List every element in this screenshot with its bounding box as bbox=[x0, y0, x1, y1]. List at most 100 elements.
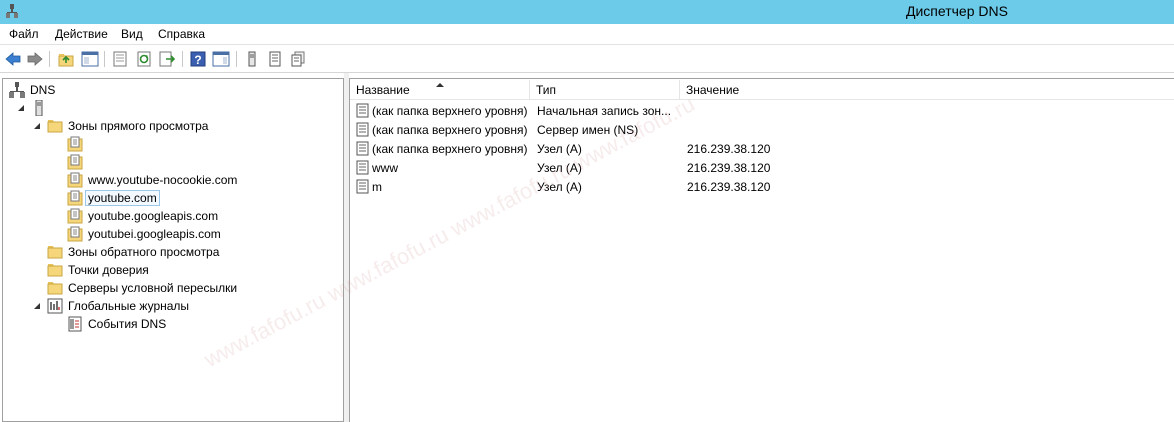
zone-records-icon[interactable] bbox=[266, 50, 284, 68]
cell-text: (как папка верхнего уровня) bbox=[372, 123, 528, 137]
cell-type: Начальная запись зон... bbox=[537, 104, 672, 118]
tree-item-zone-youtube-nocookie[interactable]: www.youtube-nocookie.com bbox=[53, 171, 237, 189]
column-header-name[interactable]: Название bbox=[350, 80, 530, 100]
forward-arrow-icon[interactable] bbox=[26, 50, 44, 68]
folder-icon bbox=[47, 282, 63, 295]
zone-icon bbox=[67, 190, 83, 206]
zone-icon bbox=[67, 136, 83, 152]
menu-action[interactable]: Действие bbox=[55, 27, 108, 41]
tree-label: youtube.googleapis.com bbox=[88, 209, 219, 223]
multi-records-icon[interactable] bbox=[289, 50, 307, 68]
cell-name: (как папка верхнего уровня) bbox=[356, 102, 528, 121]
table-row[interactable]: (как папка верхнего уровня) Сервер имен … bbox=[350, 121, 1174, 140]
record-icon bbox=[356, 141, 369, 156]
tree-item-dns[interactable]: DNS bbox=[9, 81, 55, 99]
table-row[interactable]: (как папка верхнего уровня) Начальная за… bbox=[350, 102, 1174, 121]
tree-item-global-logs[interactable]: Глобальные журналы bbox=[33, 297, 189, 315]
menu-help[interactable]: Справка bbox=[158, 27, 205, 41]
cell-text: www bbox=[372, 161, 398, 175]
collapse-arrow-icon[interactable] bbox=[53, 225, 63, 243]
cell-value: 216.239.38.120 bbox=[687, 180, 771, 194]
column-header-label: Название bbox=[356, 83, 410, 97]
tree-item-server[interactable] bbox=[17, 99, 52, 117]
toolbar-separator bbox=[104, 51, 105, 67]
zone-icon bbox=[67, 154, 83, 170]
dns-app-icon[interactable] bbox=[6, 4, 18, 18]
export-list-icon[interactable] bbox=[158, 50, 176, 68]
column-header-label: Значение bbox=[686, 83, 740, 97]
expand-arrow-icon[interactable] bbox=[33, 297, 43, 315]
tree-item-zone[interactable] bbox=[53, 135, 88, 153]
table-row[interactable]: m Узел (A) 216.239.38.120 bbox=[350, 178, 1174, 197]
tree-label: www.youtube-nocookie.com bbox=[88, 173, 238, 187]
cell-name: m bbox=[356, 178, 382, 197]
tree-label: Точки доверия bbox=[68, 263, 149, 277]
record-icon bbox=[356, 103, 369, 118]
refresh-icon[interactable] bbox=[135, 50, 153, 68]
column-header-type[interactable]: Тип bbox=[530, 80, 680, 100]
event-log-folder-icon bbox=[47, 298, 63, 314]
tree-item-reverse-zones[interactable]: Зоны обратного просмотра bbox=[33, 243, 219, 261]
cell-value: 216.239.38.120 bbox=[687, 142, 771, 156]
collapse-arrow-icon[interactable] bbox=[53, 207, 63, 225]
tree-item-zone-youtube-googleapis[interactable]: youtube.googleapis.com bbox=[53, 207, 218, 225]
table-row[interactable]: (как папка верхнего уровня) Узел (A) 216… bbox=[350, 140, 1174, 159]
collapse-arrow-icon[interactable] bbox=[33, 243, 43, 261]
column-header-value[interactable]: Значение bbox=[680, 80, 830, 100]
toolbar: ? bbox=[0, 45, 1174, 73]
cell-value: 216.239.38.120 bbox=[687, 161, 771, 175]
folder-icon bbox=[47, 120, 63, 133]
tree-label: Серверы условной пересылки bbox=[68, 281, 238, 295]
cell-type: Узел (A) bbox=[537, 142, 582, 156]
column-header-label: Тип bbox=[536, 83, 557, 97]
up-folder-icon[interactable] bbox=[57, 50, 75, 68]
help-icon[interactable]: ? bbox=[189, 50, 207, 68]
cell-type: Узел (A) bbox=[537, 180, 582, 194]
expand-arrow-icon[interactable] bbox=[17, 99, 27, 117]
cell-name: (как папка верхнего уровня) bbox=[356, 140, 528, 159]
tree-label: DNS bbox=[30, 83, 56, 97]
collapse-arrow-icon[interactable] bbox=[53, 153, 63, 171]
tree-item-zone[interactable] bbox=[53, 153, 88, 171]
cell-type: Узел (A) bbox=[537, 161, 582, 175]
tree-label: Глобальные журналы bbox=[68, 299, 190, 313]
tree-label: События DNS bbox=[88, 317, 167, 331]
menu-bar: Файл Действие Вид Справка bbox=[0, 24, 1174, 45]
expand-arrow-icon[interactable] bbox=[33, 117, 43, 135]
console-tree: DNS Зоны прямого просмотра www.youtube-n… bbox=[2, 78, 344, 422]
action-pane-icon[interactable] bbox=[212, 50, 230, 68]
zone-icon bbox=[67, 208, 83, 224]
folder-icon bbox=[47, 246, 63, 259]
sort-ascending-icon bbox=[436, 83, 444, 87]
back-arrow-icon[interactable] bbox=[4, 50, 22, 68]
tree-item-forward-zones[interactable]: Зоны прямого просмотра bbox=[33, 117, 208, 135]
event-log-icon bbox=[68, 316, 82, 332]
title-bar: Диспетчер DNS bbox=[0, 0, 1174, 24]
table-row[interactable]: www Узел (A) 216.239.38.120 bbox=[350, 159, 1174, 178]
collapse-arrow-icon[interactable] bbox=[53, 171, 63, 189]
svg-text:?: ? bbox=[194, 53, 201, 67]
results-list: Название Тип Значение (как папка верхнег… bbox=[349, 78, 1174, 422]
toolbar-separator bbox=[236, 51, 237, 67]
tree-item-zone-youtubei-googleapis[interactable]: youtubei.googleapis.com bbox=[53, 225, 221, 243]
menu-view[interactable]: Вид bbox=[121, 27, 143, 41]
collapse-arrow-icon[interactable] bbox=[33, 279, 43, 297]
menu-file[interactable]: Файл bbox=[9, 27, 39, 41]
zone-icon bbox=[67, 226, 83, 242]
cell-text: (как папка верхнего уровня) bbox=[372, 142, 528, 156]
toolbar-separator bbox=[182, 51, 183, 67]
cell-text: m bbox=[372, 180, 382, 194]
tree-item-dns-events[interactable]: События DNS bbox=[67, 315, 166, 333]
server-icon bbox=[35, 100, 43, 116]
cell-text: (как папка верхнего уровня) bbox=[372, 104, 528, 118]
properties-icon[interactable] bbox=[111, 50, 129, 68]
tree-item-conditional-forwarders[interactable]: Серверы условной пересылки bbox=[33, 279, 237, 297]
server-icon[interactable] bbox=[243, 50, 261, 68]
tree-item-zone-youtube-com[interactable]: youtube.com bbox=[67, 189, 160, 207]
tree-label: Зоны прямого просмотра bbox=[68, 119, 209, 133]
tree-item-trust-points[interactable]: Точки доверия bbox=[47, 261, 149, 279]
collapse-arrow-icon[interactable] bbox=[53, 135, 63, 153]
cell-name: www bbox=[356, 159, 398, 178]
tree-label: youtubei.googleapis.com bbox=[88, 227, 221, 241]
show-hide-tree-icon[interactable] bbox=[81, 50, 99, 68]
